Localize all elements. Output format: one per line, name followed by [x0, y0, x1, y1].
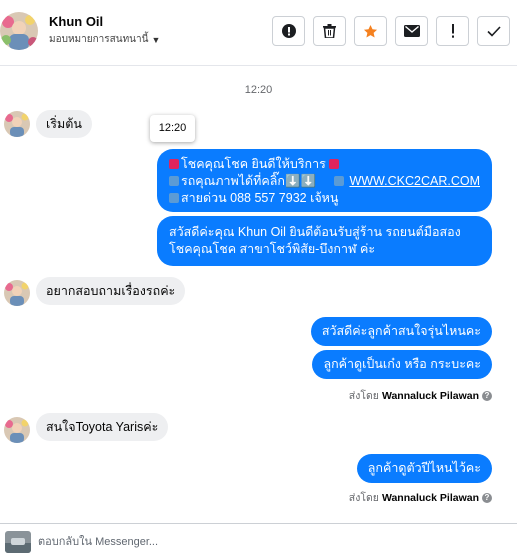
incoming-message[interactable]: สนใจToyota Yarisค่ะ — [36, 413, 169, 441]
sent-by-info: ส่งโดย Wannaluck Pilawan ? — [349, 489, 492, 506]
message-line: โชคคุณโชค ยินดีให้บริการ — [169, 156, 480, 173]
reply-input[interactable] — [38, 532, 498, 552]
mail-icon — [403, 25, 420, 37]
star-button[interactable] — [354, 16, 387, 46]
phone-emoji-icon — [169, 193, 179, 203]
caret-down-icon: ▼ — [151, 34, 161, 45]
sent-by-info: ส่งโดย Wannaluck Pilawan ? — [349, 387, 492, 404]
flower-emoji-icon — [169, 159, 179, 169]
website-link[interactable]: WWW.CKC2CAR.COM — [349, 174, 480, 188]
customer-avatar[interactable] — [4, 280, 30, 306]
mark-spam-button[interactable] — [272, 16, 305, 46]
message-line: สายด่วน 088 557 7932 เจ้หนู — [169, 190, 480, 207]
incoming-message[interactable]: อยากสอบถามเรื่องรถค่ะ — [36, 277, 186, 305]
help-icon[interactable]: ? — [482, 492, 492, 503]
timestamp-divider: 12:20 — [244, 84, 273, 96]
contact-avatar[interactable] — [0, 12, 38, 50]
message-text: โชคคุณโชค ยินดีให้บริการ — [181, 157, 326, 171]
message-text: สายด่วน 088 557 7932 เจ้หนู — [181, 191, 339, 205]
delete-button[interactable] — [313, 16, 346, 46]
sent-by-prefix: ส่งโดย — [348, 492, 379, 504]
star-icon — [363, 24, 378, 37]
flower-emoji-icon — [329, 159, 340, 169]
conversation-header: Khun Oil มอบหมายการสนทนานี้ ▼ — [0, 0, 517, 66]
incoming-message[interactable]: เริ่มต้น — [36, 110, 92, 138]
outgoing-message[interactable]: โชคคุณโชค ยินดีให้บริการ รถคุณภาพได้ที่ค… — [157, 149, 492, 212]
spam-icon — [281, 24, 296, 38]
follow-up-button[interactable] — [436, 16, 469, 46]
message-thread[interactable]: 12:20 เริ่มต้น โชคคุณโชค ยินดีให้บริการ … — [0, 67, 517, 522]
outgoing-message[interactable]: สวัสดีค่ะลูกค้าสนใจรุ่นไหนคะ — [310, 317, 492, 346]
sender-name: Wannaluck Pilawan — [381, 491, 479, 504]
sender-name: Wannaluck Pilawan — [381, 389, 479, 402]
mark-unread-button[interactable] — [395, 16, 428, 46]
message-line: รถคุณภาพได้ที่คลิ๊ก⬇️⬇️ WWW.CKC2CAR.COM — [169, 173, 480, 190]
outgoing-message[interactable]: สวัสดีค่ะคุณ Khun Oil ยินดีต้อนรับสู่ร้า… — [157, 216, 492, 266]
message-time-tooltip: 12:20 — [150, 115, 195, 142]
sent-by-prefix: ส่งโดย — [348, 390, 379, 402]
exclamation-icon — [451, 24, 454, 38]
assign-label: มอบหมายการสนทนานี้ — [49, 34, 149, 45]
customer-avatar[interactable] — [4, 417, 30, 443]
message-composer — [0, 523, 517, 558]
help-icon[interactable]: ? — [482, 390, 492, 401]
message-text: รถคุณภาพได้ที่คลิ๊ก⬇️⬇️ — [181, 174, 317, 188]
car-emoji-icon — [169, 176, 179, 186]
assign-conversation-dropdown[interactable]: มอบหมายการสนทนานี้ ▼ — [49, 32, 160, 47]
contact-name[interactable]: Khun Oil — [49, 14, 103, 29]
play-emoji-icon — [333, 176, 344, 186]
conversation-toolbar — [272, 16, 510, 46]
outgoing-message[interactable]: ลูกค้าดูตัวปีไหนไว้คะ — [356, 454, 492, 483]
page-avatar — [5, 531, 31, 553]
mark-done-button[interactable] — [477, 16, 510, 46]
outgoing-message[interactable]: ลูกค้าดูเป็นเก๋ง หรือ กระบะคะ — [312, 350, 492, 379]
check-icon — [486, 25, 501, 37]
customer-avatar[interactable] — [4, 111, 30, 137]
trash-icon — [323, 24, 336, 38]
